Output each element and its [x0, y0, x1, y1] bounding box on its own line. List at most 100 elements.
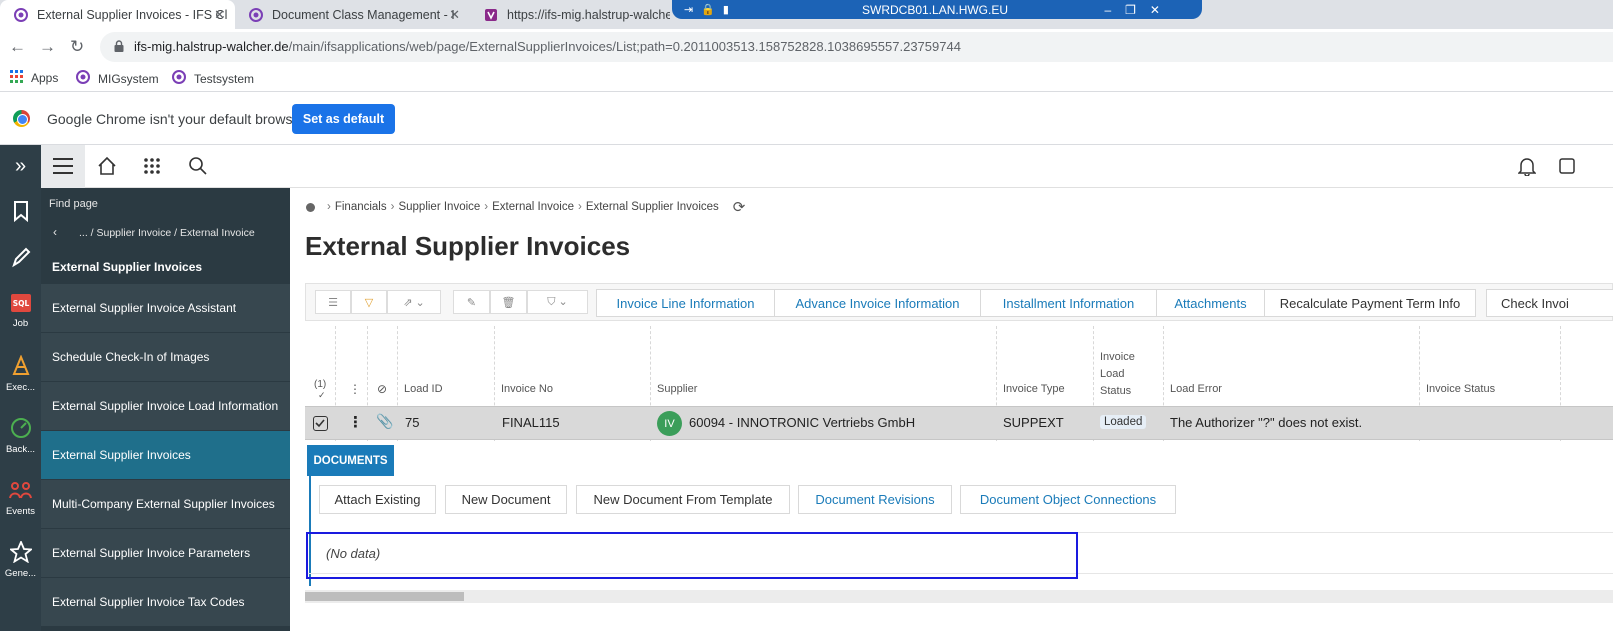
delete-trash-icon[interactable]: 🗑	[490, 290, 527, 314]
nav-item-parameters[interactable]: External Supplier Invoice Parameters	[41, 528, 290, 577]
bookmarks-button[interactable]	[0, 200, 41, 227]
rail-label: Back...	[5, 444, 36, 455]
column-header-supplier[interactable]: Supplier	[657, 383, 697, 395]
nav-breadcrumb[interactable]: ‹ ... / Supplier Invoice / External Invo…	[41, 222, 290, 246]
bookmark-apps[interactable]: Apps	[10, 70, 58, 86]
selection-count: (1)	[314, 379, 327, 390]
user-menu-icon[interactable]	[1559, 156, 1575, 179]
invoice-line-information-button[interactable]: Invoice Line Information	[596, 289, 775, 317]
bookmark-label: Testsystem	[194, 71, 255, 86]
pin-lock-signal-icons[interactable]: ⇥🔒▮	[684, 3, 737, 16]
attachment-header-icon: ⊘	[377, 382, 388, 396]
horizontal-scrollbar[interactable]	[305, 590, 1613, 603]
edit-button[interactable]	[0, 247, 41, 274]
scrollbar-thumb[interactable]	[305, 592, 464, 601]
table-row[interactable]: ⋮ 📎 75 FINAL115 IV 60094 - INNOTRONIC Ve…	[305, 406, 1613, 440]
column-header-invoice-load-status[interactable]: Invoice Load Status	[1100, 349, 1135, 400]
find-page-input[interactable]: Find page	[49, 198, 98, 210]
column-header-invoice-status[interactable]: Invoice Status	[1426, 383, 1495, 395]
ifs-favicon-icon	[14, 7, 28, 22]
tag-dropdown-icon[interactable]: ⛉ ⌄	[527, 290, 588, 314]
browser-toolbar: ← → ↻ ifs-mig.halstrup-walcher.de/main/i…	[0, 29, 1613, 64]
bookmark-migsystem[interactable]: MIGsystem	[76, 70, 159, 87]
rail-item-general[interactable]: Gene...	[0, 539, 41, 579]
bell-icon[interactable]	[1517, 156, 1537, 179]
advance-invoice-information-button[interactable]: Advance Invoice Information	[774, 289, 981, 317]
nav-item-invoice-assistant[interactable]: External Supplier Invoice Assistant	[41, 283, 290, 332]
nav-item-load-information[interactable]: External Supplier Invoice Load Informati…	[41, 381, 290, 430]
search-icon[interactable]	[188, 156, 208, 179]
paperclip-icon[interactable]: 📎	[376, 413, 393, 430]
new-document-from-template-button[interactable]: New Document From Template	[576, 485, 790, 514]
browser-tab-external-supplier-invoices[interactable]: External Supplier Invoices - IFS Cl ✕	[0, 0, 235, 29]
nav-item-label: Multi-Company External Supplier Invoices	[52, 497, 275, 511]
hamburger-menu-button[interactable]	[41, 145, 85, 188]
breadcrumb-external-invoice[interactable]: External Invoice	[492, 201, 574, 213]
close-tab-icon[interactable]: ✕	[214, 7, 225, 23]
star-icon	[0, 539, 41, 568]
list-view-icon[interactable]: ☰	[315, 290, 351, 314]
nav-item-tax-codes[interactable]: External Supplier Invoice Tax Codes	[41, 577, 290, 626]
installment-information-button[interactable]: Installment Information	[980, 289, 1157, 317]
home-icon[interactable]	[97, 156, 117, 179]
row-menu-icon[interactable]: ⋮	[348, 413, 363, 431]
column-menu-icon[interactable]: ⋮	[349, 382, 361, 396]
column-header-invoice-no[interactable]: Invoice No	[501, 383, 553, 395]
filter-icon[interactable]: ▽	[351, 290, 387, 314]
breadcrumb-supplier-invoice[interactable]: Supplier Invoice	[398, 201, 480, 213]
ifs-top-bar	[41, 145, 1613, 188]
set-as-default-button[interactable]: Set as default	[292, 104, 395, 134]
column-header-load-error[interactable]: Load Error	[1170, 383, 1222, 395]
breadcrumb-external-supplier-invoices[interactable]: External Supplier Invoices	[586, 201, 719, 213]
address-bar[interactable]: ifs-mig.halstrup-walcher.de/main/ifsappl…	[100, 32, 1613, 62]
nav-item-multi-company[interactable]: Multi-Company External Supplier Invoices	[41, 479, 290, 528]
column-header-load-id[interactable]: Load ID	[404, 383, 443, 395]
invoices-grid: (1) ✓ ⋮ ⊘ Load ID Invoice No Supplier In…	[305, 326, 1613, 441]
column-header-invoice-type[interactable]: Invoice Type	[1003, 383, 1065, 395]
breadcrumb-financials[interactable]: Financials	[335, 201, 387, 213]
remote-session-title: SWRDCB01.LAN.HWG.EU	[862, 2, 1009, 17]
nav-section-title: External Supplier Invoices	[52, 260, 203, 274]
select-all-check-icon[interactable]: ✓	[318, 390, 326, 401]
documents-tab[interactable]: DOCUMENTS	[307, 445, 394, 476]
browser-tab-document-class-management[interactable]: Document Class Management - I ✕	[235, 0, 470, 29]
check-invoice-button[interactable]: Check Invoi	[1486, 289, 1613, 317]
header-line: Status	[1100, 385, 1132, 397]
apps-grid-icon	[10, 70, 23, 86]
attachments-button[interactable]: Attachments	[1156, 289, 1265, 317]
expand-rail-button[interactable]: »	[0, 155, 41, 177]
new-document-button[interactable]: New Document	[445, 485, 567, 514]
browser-tab-url[interactable]: https://ifs-mig.halstrup-walcher	[470, 0, 670, 29]
home-dot-icon[interactable]	[306, 202, 315, 212]
bookmark-testsystem[interactable]: Testsystem	[172, 70, 254, 87]
nav-breadcrumb-text: ... / Supplier Invoice / External Invoic…	[79, 227, 255, 239]
cell-supplier[interactable]: 60094 - INNOTRONIC Vertriebs GmbH	[689, 415, 915, 430]
edit-pencil-icon[interactable]: ✎	[453, 290, 490, 314]
forward-arrow-icon[interactable]: →	[39, 37, 56, 57]
header-line: Load	[1100, 368, 1125, 380]
rail-item-events[interactable]: Events	[0, 479, 41, 517]
attach-existing-button[interactable]: Attach Existing	[319, 485, 436, 514]
chevron-left-icon[interactable]: ‹	[53, 225, 57, 239]
supplier-avatar: IV	[657, 411, 682, 436]
url-path: /main/ifsapplications/web/page/ExternalS…	[288, 39, 961, 54]
reload-icon[interactable]: ↻	[70, 37, 84, 57]
document-revisions-button[interactable]: Document Revisions	[798, 485, 952, 514]
window-controls-icon[interactable]: –❐✕	[1105, 3, 1175, 17]
row-checkbox[interactable]	[313, 416, 328, 431]
refresh-icon[interactable]: ⟳	[733, 198, 746, 216]
status-badge: Loaded	[1100, 415, 1147, 429]
default-browser-infobar: Google Chrome isn't your default browser…	[0, 93, 1613, 145]
close-tab-icon[interactable]: ✕	[449, 7, 460, 23]
rail-item-exec[interactable]: Exec...	[0, 354, 41, 393]
rail-item-background[interactable]: Back...	[0, 417, 41, 455]
nav-item-external-supplier-invoices[interactable]: External Supplier Invoices	[41, 430, 290, 479]
apps-grid-icon[interactable]	[143, 157, 161, 178]
recalculate-payment-term-button[interactable]: Recalculate Payment Term Info	[1264, 289, 1476, 317]
nav-item-schedule-check-in[interactable]: Schedule Check-In of Images	[41, 332, 290, 381]
hamburger-icon	[53, 158, 73, 174]
document-object-connections-button[interactable]: Document Object Connections	[960, 485, 1176, 514]
back-arrow-icon[interactable]: ←	[9, 37, 26, 57]
rail-item-job[interactable]: SQL Job	[0, 293, 41, 329]
export-dropdown-icon[interactable]: ⇗ ⌄	[387, 290, 441, 314]
